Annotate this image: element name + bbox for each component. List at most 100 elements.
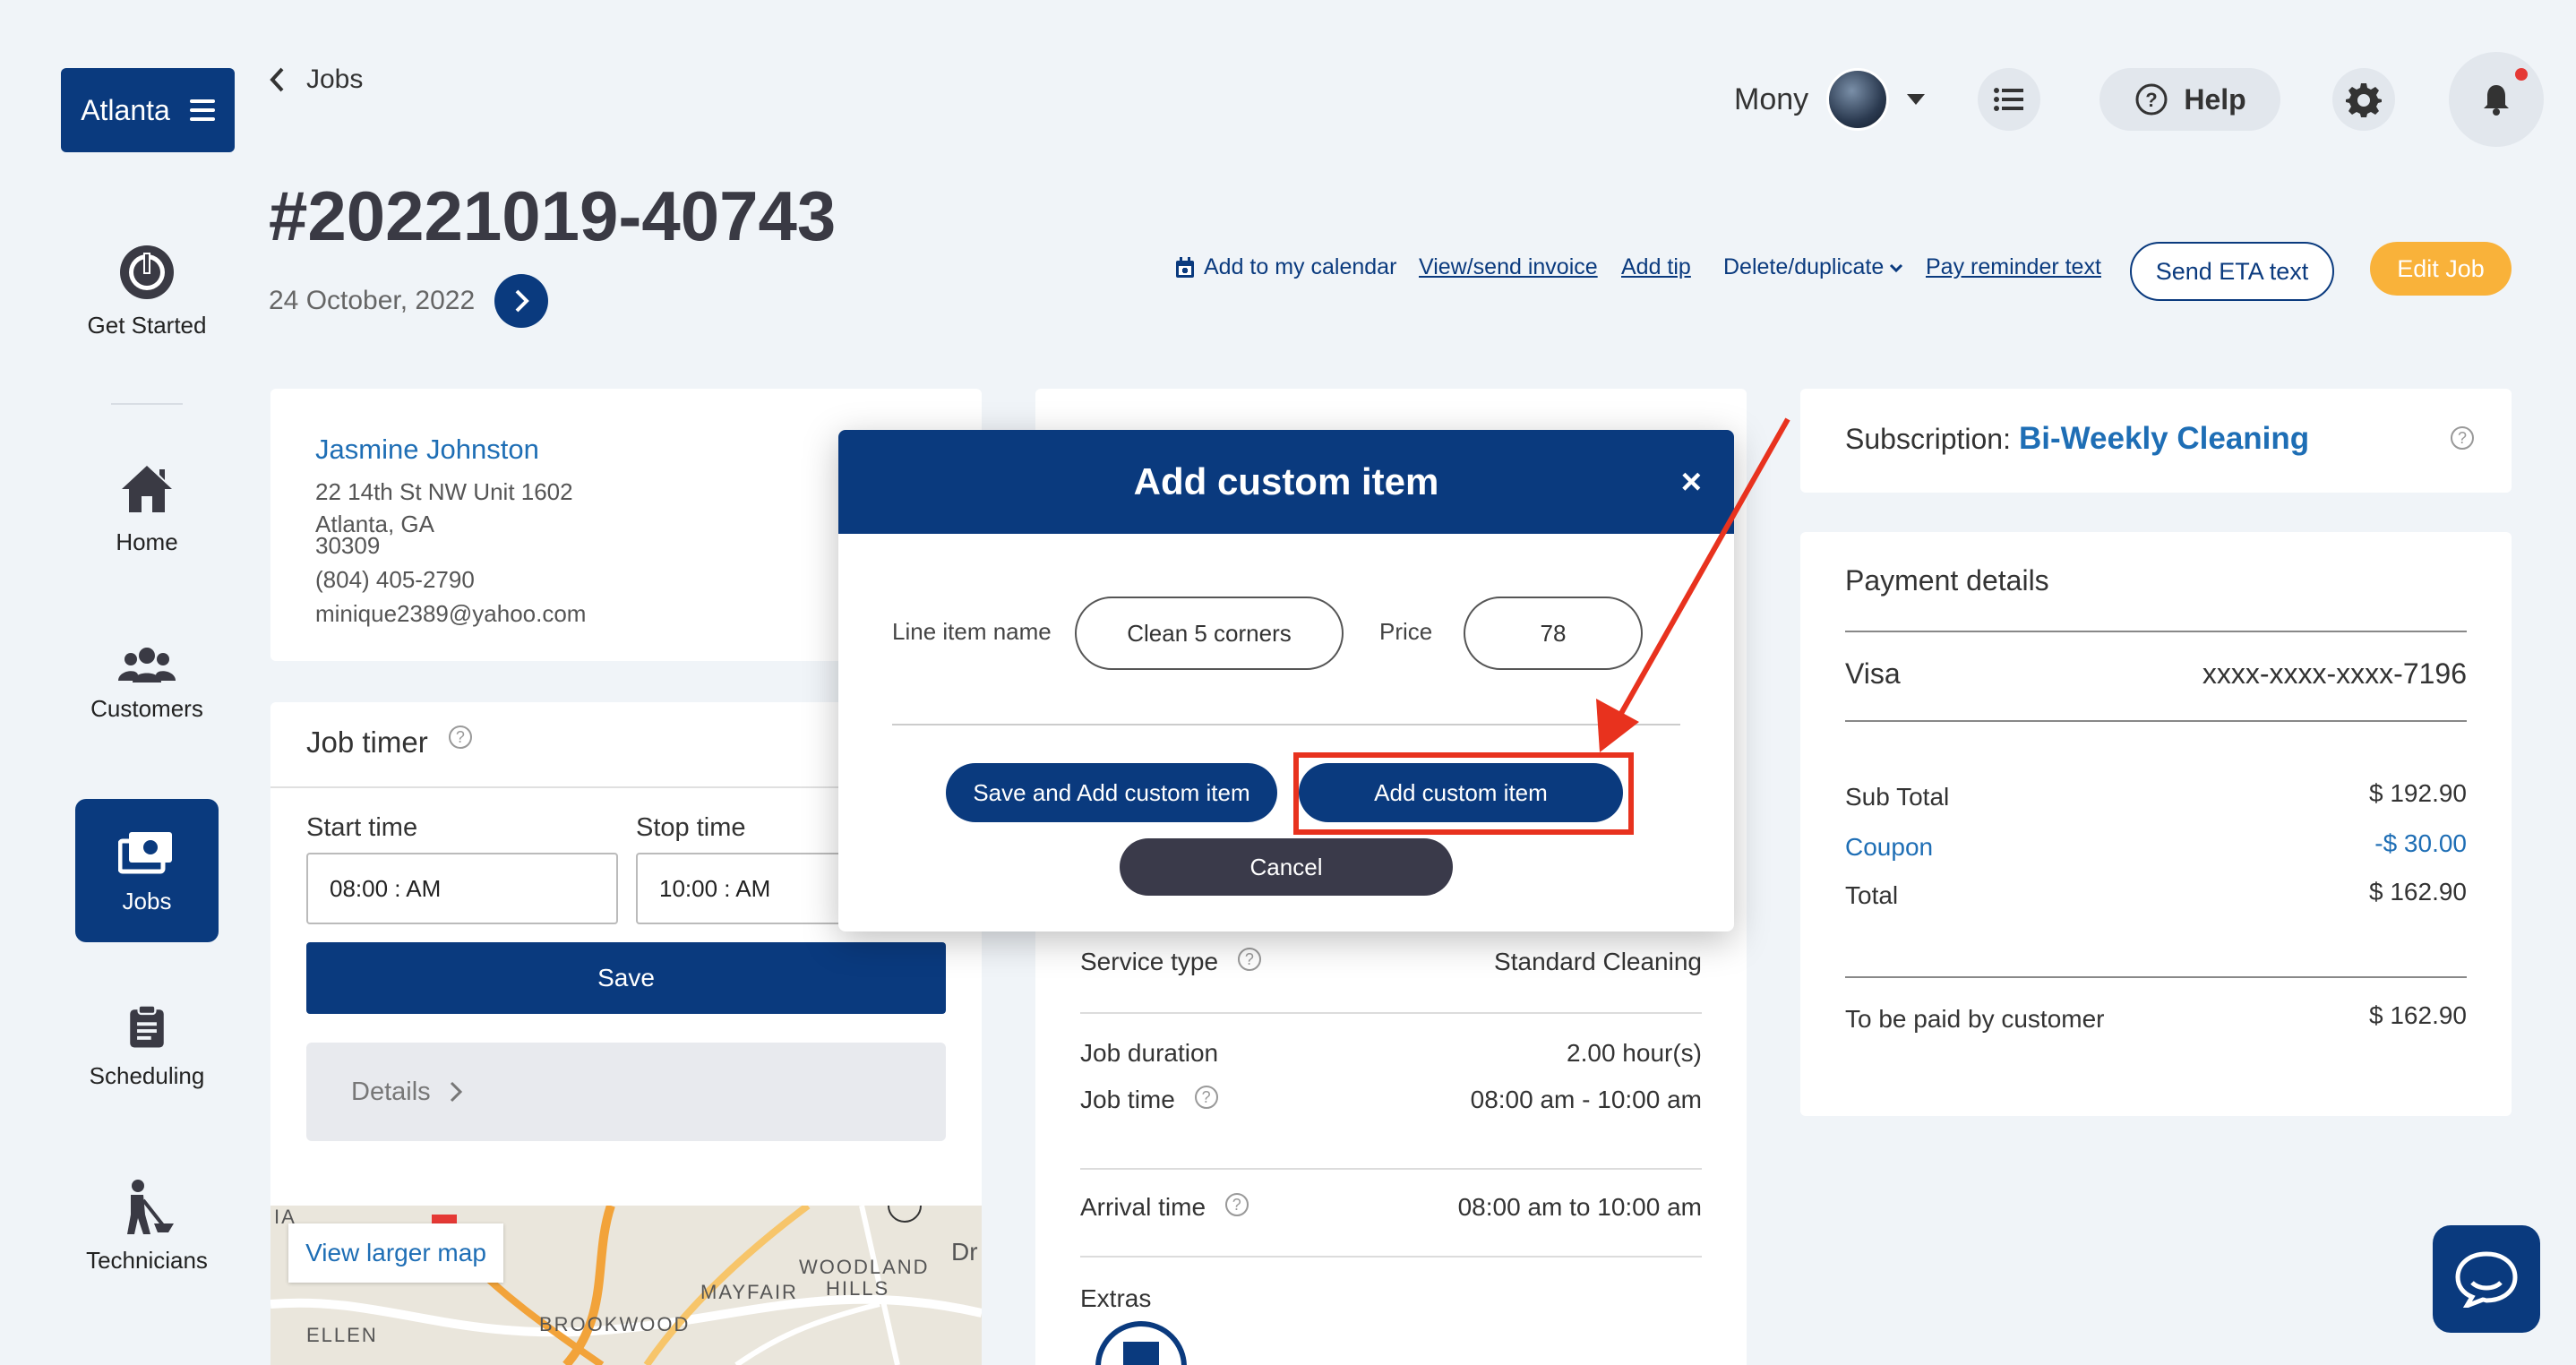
caret-down-icon [1907, 94, 1926, 105]
extras-label: Extras [1080, 1284, 1152, 1312]
avatar [1826, 68, 1890, 131]
subscription-label: Subscription: [1845, 423, 2011, 455]
breadcrumb-label: Jobs [306, 64, 364, 94]
line-item-name-label: Line item name [892, 618, 1052, 645]
divider [1845, 720, 2467, 722]
card-type: Visa [1845, 657, 1901, 690]
jobs-icon [118, 831, 172, 873]
user-menu[interactable]: Mony [1734, 68, 1926, 131]
help-circle-icon[interactable]: ? [1224, 1193, 1249, 1216]
arrival-time-label-text: Arrival time [1080, 1193, 1206, 1221]
divider [1845, 976, 2467, 978]
subtotal-value: $ 192.90 [2369, 779, 2467, 807]
customer-phone: (804) 405-2790 [315, 566, 475, 593]
send-eta-text-button[interactable]: Send ETA text [2130, 242, 2334, 301]
subscription-value[interactable]: Bi-Weekly Cleaning [2019, 421, 2309, 457]
subtotal-label: Sub Total [1845, 783, 1950, 811]
extra-item-icon[interactable] [1095, 1320, 1188, 1365]
modal-header: Add custom item × [838, 430, 1734, 534]
sidebar-item-jobs[interactable]: Jobs [75, 799, 219, 942]
line-item-name-input[interactable]: Clean 5 corners [1075, 597, 1344, 670]
payment-details-card: Payment details Visa xxxx-xxxx-xxxx-7196… [1800, 532, 2512, 1116]
map-label: HILLS [826, 1277, 890, 1300]
details-toggle[interactable]: Details [306, 1043, 946, 1141]
total-label: Total [1845, 881, 1899, 909]
settings-button[interactable] [2332, 68, 2395, 131]
list-icon [1994, 88, 2023, 111]
customer-address-line1: 22 14th St NW Unit 1602 [315, 478, 573, 505]
coupon-label[interactable]: Coupon [1845, 833, 1933, 862]
gear-icon [2346, 83, 2382, 117]
view-send-invoice-link[interactable]: View/send invoice [1419, 254, 1598, 280]
chevron-left-icon [270, 67, 284, 92]
card-number: xxxx-xxxx-xxxx-7196 [2202, 657, 2467, 690]
help-circle-icon[interactable]: ? [1237, 948, 1261, 971]
breadcrumb[interactable]: Jobs [269, 64, 363, 95]
technician-icon [127, 1180, 174, 1234]
add-custom-item-modal: Add custom item × Line item name Clean 5… [838, 430, 1734, 931]
to-be-paid-value: $ 162.90 [2369, 1001, 2467, 1029]
add-to-calendar-link[interactable]: Add to my calendar [1175, 254, 1396, 280]
customer-name-link[interactable]: Jasmine Johnston [315, 434, 539, 466]
pay-reminder-text-link[interactable]: Pay reminder text [1926, 254, 2101, 280]
sidebar-divider [111, 403, 183, 405]
next-date-button[interactable] [494, 274, 549, 328]
chevron-right-icon [515, 289, 530, 313]
save-timer-button[interactable]: Save [306, 942, 946, 1014]
help-circle-icon: ? [2135, 83, 2168, 116]
service-type-label: Service type ? [1080, 948, 1261, 976]
sidebar-item-home[interactable]: Home [75, 460, 219, 556]
map-label: BROOKWOOD [539, 1313, 691, 1335]
bell-icon [2484, 85, 2509, 116]
map-label: WOODLAND [799, 1256, 930, 1278]
close-icon[interactable]: × [1681, 462, 1702, 502]
sidebar-item-label: Home [116, 528, 178, 555]
edit-job-button[interactable]: Edit Job [2370, 242, 2512, 296]
cancel-button[interactable]: Cancel [1120, 838, 1453, 896]
sidebar-item-label: Get Started [87, 312, 207, 339]
add-tip-link[interactable]: Add tip [1621, 254, 1691, 280]
clipboard-icon [130, 1004, 164, 1048]
sidebar-item-customers[interactable]: Customers [75, 645, 219, 723]
brand-menu-button[interactable]: Atlanta [61, 68, 235, 152]
sidebar-item-technicians[interactable]: Technicians [75, 1179, 219, 1275]
chevron-right-icon [450, 1081, 462, 1103]
sidebar-item-label: Customers [90, 695, 203, 722]
notifications-button[interactable] [2449, 52, 2544, 147]
price-input[interactable]: 78 [1464, 597, 1643, 670]
sidebar-item-get-started[interactable]: Get Started [75, 244, 219, 339]
to-be-paid-label: To be paid by customer [1845, 1005, 2105, 1033]
divider [892, 724, 1680, 725]
job-timer-title-text: Job timer [306, 725, 428, 759]
chat-button[interactable] [2433, 1225, 2540, 1333]
notification-badge [2515, 68, 2528, 81]
home-icon [122, 466, 172, 512]
modal-title: Add custom item [1133, 460, 1439, 502]
help-circle-icon[interactable]: ? [1194, 1086, 1218, 1109]
help-label: Help [2184, 82, 2246, 116]
total-value: $ 162.90 [2369, 878, 2467, 906]
service-type-label-text: Service type [1080, 948, 1219, 975]
payment-details-title: Payment details [1845, 564, 2049, 597]
customers-icon [118, 648, 176, 682]
subscription-card: Subscription: Bi-Weekly Cleaning ? [1800, 389, 2512, 493]
view-larger-map-link[interactable]: View larger map [288, 1223, 503, 1283]
customer-zip: 30309 [315, 532, 381, 559]
map-label: Dr [951, 1238, 978, 1266]
price-label: Price [1379, 618, 1433, 645]
stop-time-input[interactable]: 10:00 : AM [636, 853, 860, 924]
stop-time-label: Stop time [636, 813, 746, 842]
start-time-input[interactable]: 08:00 : AM [306, 853, 618, 924]
help-button[interactable]: ? Help [2099, 68, 2280, 131]
svg-text:?: ? [2146, 89, 2158, 111]
sidebar-item-label: Technicians [86, 1247, 208, 1274]
delete-duplicate-dropdown[interactable]: Delete/duplicate [1723, 254, 1903, 280]
help-circle-icon[interactable]: ? [2451, 426, 2474, 450]
save-and-add-custom-item-button[interactable]: Save and Add custom item [946, 763, 1277, 822]
sidebar-item-scheduling[interactable]: Scheduling [75, 1001, 219, 1090]
list-view-button[interactable] [1978, 68, 2040, 131]
start-time-label: Start time [306, 813, 418, 842]
map-label: MAYFAIR [700, 1281, 798, 1303]
help-circle-icon[interactable]: ? [448, 725, 472, 749]
arrival-time-value: 08:00 am to 10:00 am [1457, 1193, 1702, 1221]
